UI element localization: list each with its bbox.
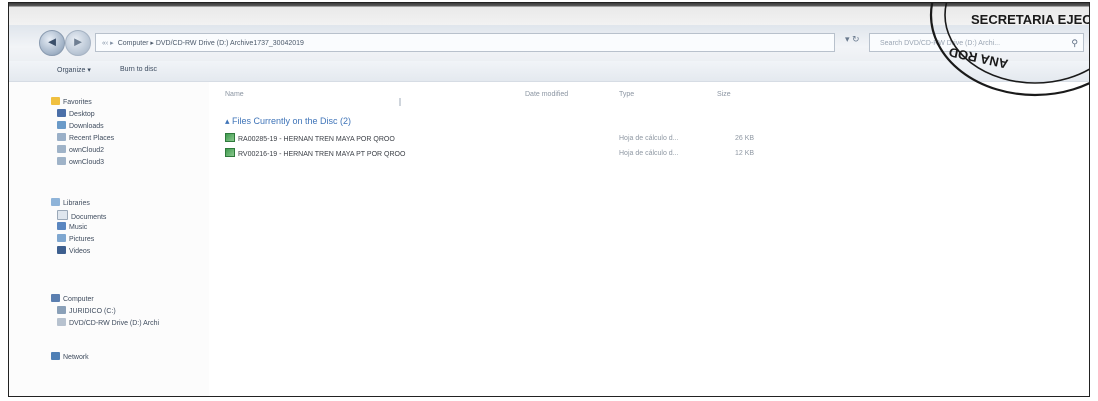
stamp-text-top: SECRETARIA EJEC <box>971 12 1090 27</box>
nav-computer[interactable]: Computer <box>51 294 94 306</box>
column-date-modified[interactable]: Date modified <box>525 91 568 98</box>
nav-documents[interactable]: Documents <box>57 210 106 222</box>
recent-places-icon <box>57 133 66 141</box>
file-name: RA00285-19 - HERNAN TREN MAYA POR QROO <box>238 136 395 143</box>
group-header[interactable]: ▴ Files Currently on the Disc (2) <box>225 116 351 127</box>
column-name[interactable]: Name <box>225 91 244 98</box>
address-prefix: «‹ ▸ <box>102 40 114 47</box>
refresh-icon[interactable]: ▾ ↻ <box>845 34 860 45</box>
downloads-icon <box>57 121 66 129</box>
pictures-icon <box>57 234 66 242</box>
nav-owncloud3[interactable]: ownCloud3 <box>57 157 104 169</box>
navigation-buttons: ◄ ► <box>39 30 91 56</box>
address-path: Computer ▸ DVD/CD-RW Drive (D:) Archive1… <box>117 40 304 47</box>
file-type: Hoja de cálculo d... <box>619 135 679 142</box>
spreadsheet-icon <box>225 133 235 142</box>
column-separator <box>399 98 401 106</box>
file-size: 26 KB <box>735 135 755 142</box>
organize-button[interactable]: Organize ▾ <box>57 66 91 74</box>
nav-desktop[interactable]: Desktop <box>57 109 95 121</box>
burn-to-disc-button[interactable]: Burn to disc <box>120 66 157 73</box>
spreadsheet-icon <box>225 148 235 157</box>
column-size[interactable]: Size <box>717 91 731 98</box>
nav-libraries[interactable]: Libraries <box>51 198 90 210</box>
column-type[interactable]: Type <box>619 91 634 98</box>
cloud-icon <box>57 157 66 165</box>
official-stamp: SECRETARIA EJEC ANA ROD <box>929 3 1090 97</box>
nav-downloads[interactable]: Downloads <box>57 121 104 133</box>
file-type: Hoja de cálculo d... <box>619 150 679 157</box>
nav-music[interactable]: Music <box>57 222 87 234</box>
cloud-icon <box>57 145 66 153</box>
file-size: 12 KB <box>735 150 755 157</box>
file-name: RV00216-19 - HERNAN TREN MAYA PT POR QRO… <box>238 151 406 158</box>
back-arrow-icon: ◄ <box>45 34 59 49</box>
nav-favorites[interactable]: Favorites <box>51 97 92 109</box>
documents-icon <box>57 210 68 220</box>
desktop-icon <box>57 109 66 117</box>
nav-pictures[interactable]: Pictures <box>57 234 94 246</box>
forward-arrow-icon: ► <box>71 34 85 49</box>
libraries-icon <box>51 198 60 206</box>
videos-icon <box>57 246 66 254</box>
nav-drive-c[interactable]: JURIDICO (C:) <box>57 306 116 318</box>
nav-videos[interactable]: Videos <box>57 246 90 258</box>
nav-drive-d[interactable]: DVD/CD-RW Drive (D:) Archi <box>57 318 159 330</box>
forward-button[interactable]: ► <box>65 30 91 56</box>
computer-icon <box>51 294 60 302</box>
file-row[interactable]: RA00285-19 - HERNAN TREN MAYA POR QROO <box>225 133 395 145</box>
file-list-pane: Name Date modified Type Size ▴ Files Cur… <box>209 82 1089 396</box>
disc-drive-icon <box>57 318 66 326</box>
address-bar[interactable]: «‹ ▸ Computer ▸ DVD/CD-RW Drive (D:) Arch… <box>95 33 835 52</box>
star-icon <box>51 97 60 105</box>
network-icon <box>51 352 60 360</box>
nav-network[interactable]: Network <box>51 352 89 364</box>
music-icon <box>57 222 66 230</box>
nav-owncloud2[interactable]: ownCloud2 <box>57 145 104 157</box>
back-button[interactable]: ◄ <box>39 30 65 56</box>
drive-icon <box>57 306 66 314</box>
explorer-window: ◄ ► «‹ ▸ Computer ▸ DVD/CD-RW Drive (D:) … <box>8 2 1090 397</box>
nav-recent-places[interactable]: Recent Places <box>57 133 114 145</box>
file-row[interactable]: RV00216-19 - HERNAN TREN MAYA PT POR QRO… <box>225 148 405 160</box>
navigation-pane: Favorites Desktop Downloads Recent Place… <box>9 82 209 396</box>
